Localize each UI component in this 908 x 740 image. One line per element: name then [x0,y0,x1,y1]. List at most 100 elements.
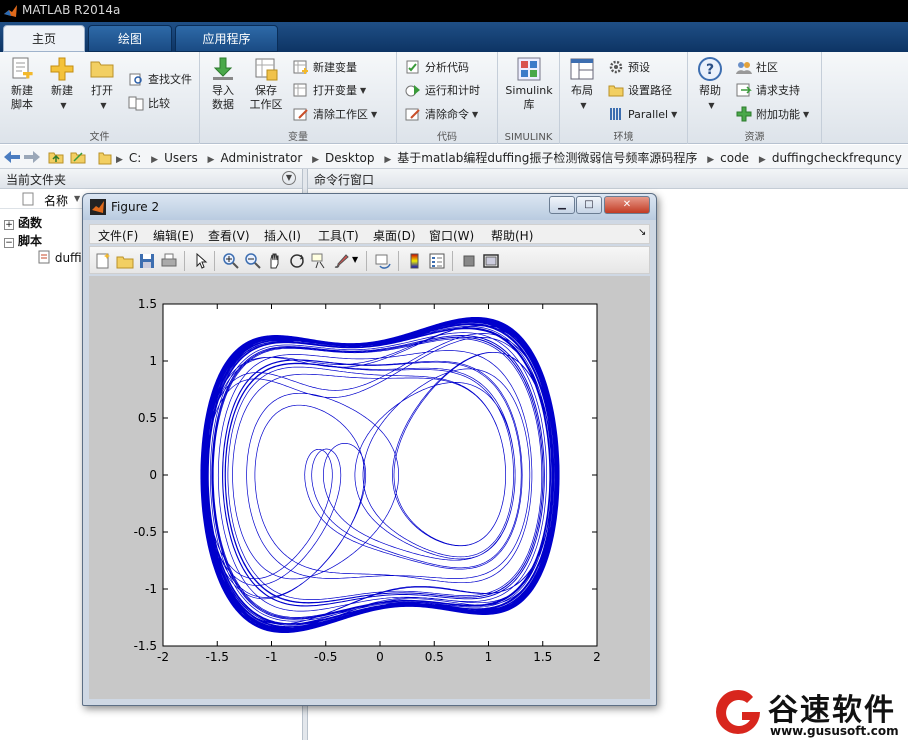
addons-button[interactable]: 附加功能 ▼ [736,105,809,123]
group-simulink: Simulink 库 SIMULINK [498,52,560,144]
sort-arrow-icon: ▼ [74,194,81,203]
y-tick-label: 1 [149,354,157,368]
tree-group-functions[interactable]: + 函数 [4,214,42,231]
expand-plus-icon[interactable]: + [4,220,14,230]
y-tick-label: 0.5 [138,411,157,425]
app-title-bar: MATLAB R2014a [0,0,908,22]
set-path-button[interactable]: 设置路径 [608,81,672,99]
maximize-button[interactable]: □ [576,196,602,214]
menu-file[interactable]: 文件(F) [98,227,138,244]
parallel-button[interactable]: Parallel ▼ [608,105,677,123]
tab-apps[interactable]: 应用程序 [175,25,278,52]
address-bar: ▶ C: ▶ Users ▶ Administrator ▶ Desktop ▶ 基于ma… [0,145,908,169]
pan-hand-icon[interactable] [266,252,284,270]
new-script-button[interactable]: 新建 脚本 [6,56,38,112]
breadcrumb-item[interactable]: Users [164,151,198,165]
link-plot-icon[interactable] [374,252,392,270]
open-variable-button[interactable]: 打开变量 ▼ [293,81,366,99]
set-path-icon [608,85,624,97]
tree-group-scripts[interactable]: − 脚本 [4,232,42,249]
compare-icon [128,96,144,111]
tab-home[interactable]: 主页 [3,25,85,52]
breadcrumb-item[interactable]: Administrator [220,151,302,165]
plus-icon [50,57,74,81]
breadcrumb-item[interactable]: duffingcheckfrequncy [772,151,902,165]
find-files-button[interactable]: 查找文件 [128,70,192,88]
hide-plot-tools-icon[interactable] [460,252,478,270]
new-figure-icon[interactable] [94,252,112,270]
zoom-out-icon[interactable] [244,252,262,270]
current-folder-header: 当前文件夹 ▼ [0,169,302,189]
gusu-logo-icon [716,690,760,734]
menu-insert[interactable]: 插入(I) [264,227,301,244]
layout-button[interactable]: 布局 ▼ [566,56,598,113]
legend-icon[interactable] [428,252,446,270]
command-window-title: 命令行窗口 [314,173,375,187]
chevron-down-icon[interactable]: ▼ [352,255,358,264]
data-cursor-icon[interactable] [310,252,328,270]
preferences-button[interactable]: 预设 [608,58,650,76]
current-folder-title: 当前文件夹 [6,173,67,187]
request-support-button[interactable]: 请求支持 [736,81,800,99]
close-button[interactable]: ✕ [604,196,650,214]
zoom-in-icon[interactable] [222,252,240,270]
breadcrumb-item[interactable]: code [720,151,749,165]
up-folder-icon[interactable] [48,149,64,165]
menu-window[interactable]: 窗口(W) [429,227,474,244]
y-tick-label: 1.5 [138,297,157,311]
save-workspace-button[interactable]: 保存 工作区 [246,56,286,112]
clear-workspace-button[interactable]: 清除工作区 ▼ [293,105,377,123]
help-button[interactable]: ? 帮助 ▼ [696,56,724,113]
menu-view[interactable]: 查看(V) [208,227,250,244]
back-arrow-icon[interactable] [4,150,20,164]
duffing-phase-plot: -2 -1.5 -1 -0.5 0 0.5 1 1.5 2 1.510.50-0.5-1-1.5 [134,297,601,664]
save-icon[interactable] [138,252,156,270]
menu-desktop[interactable]: 桌面(D) [373,227,416,244]
browse-folder-icon[interactable] [70,149,86,165]
figure-title-bar[interactable]: Figure 2 ▁ □ ✕ [83,194,656,220]
analyze-code-button[interactable]: 分析代码 [405,58,469,76]
compare-button[interactable]: 比较 [128,94,170,112]
file-item[interactable]: duffi [38,250,82,265]
new-variable-button[interactable]: 新建变量 [293,58,357,76]
forward-arrow-icon[interactable] [24,150,40,164]
group-resources-label: 资源 [744,132,765,143]
breadcrumb-separator-icon: ▶ [384,155,392,165]
support-icon [736,83,752,97]
new-button[interactable]: 新建 ▼ [46,56,78,113]
x-tick-label: -1.5 [206,650,229,664]
find-files-icon [129,73,142,86]
import-icon [213,57,233,80]
run-and-time-button[interactable]: 运行和计时 [405,81,480,99]
minimize-button[interactable]: ▁ [549,196,575,214]
breadcrumb-item[interactable]: C: [129,151,141,165]
breadcrumb-item[interactable]: Desktop [325,151,375,165]
print-icon[interactable] [160,252,178,270]
breadcrumb-item[interactable]: 基于matlab编程duffing振子检测微弱信号频率源码程序 [397,151,697,165]
x-tick-label: 1 [485,650,493,664]
rotate-3d-icon[interactable] [288,252,306,270]
panel-menu-icon[interactable]: ▼ [282,171,296,185]
chevron-down-icon: ▼ [580,101,587,110]
menu-edit[interactable]: 编辑(E) [153,227,194,244]
collapse-minus-icon[interactable]: − [4,238,14,248]
brush-icon[interactable] [332,252,350,270]
tab-plots[interactable]: 绘图 [88,25,172,52]
name-column-label[interactable]: 名称 [44,192,68,209]
dock-arrow-icon[interactable]: ↘ [638,227,646,238]
open-button[interactable]: 打开 ▼ [86,56,118,113]
colorbar-icon[interactable] [406,252,424,270]
menu-tools[interactable]: 工具(T) [318,227,359,244]
clear-commands-button[interactable]: 清除命令 ▼ [405,105,478,123]
file-type-icon [22,192,34,206]
select-arrow-icon[interactable] [192,252,210,270]
simulink-library-button[interactable]: Simulink 库 [504,56,554,112]
open-file-icon[interactable] [116,252,134,270]
chevron-down-icon: ▼ [708,101,715,110]
community-button[interactable]: 社区 [736,58,778,76]
analyze-code-icon [406,60,419,74]
show-plot-tools-icon[interactable] [482,252,500,270]
import-data-button[interactable]: 导入 数据 [206,56,240,112]
menu-help[interactable]: 帮助(H) [491,227,533,244]
folder-open-icon [90,61,114,78]
